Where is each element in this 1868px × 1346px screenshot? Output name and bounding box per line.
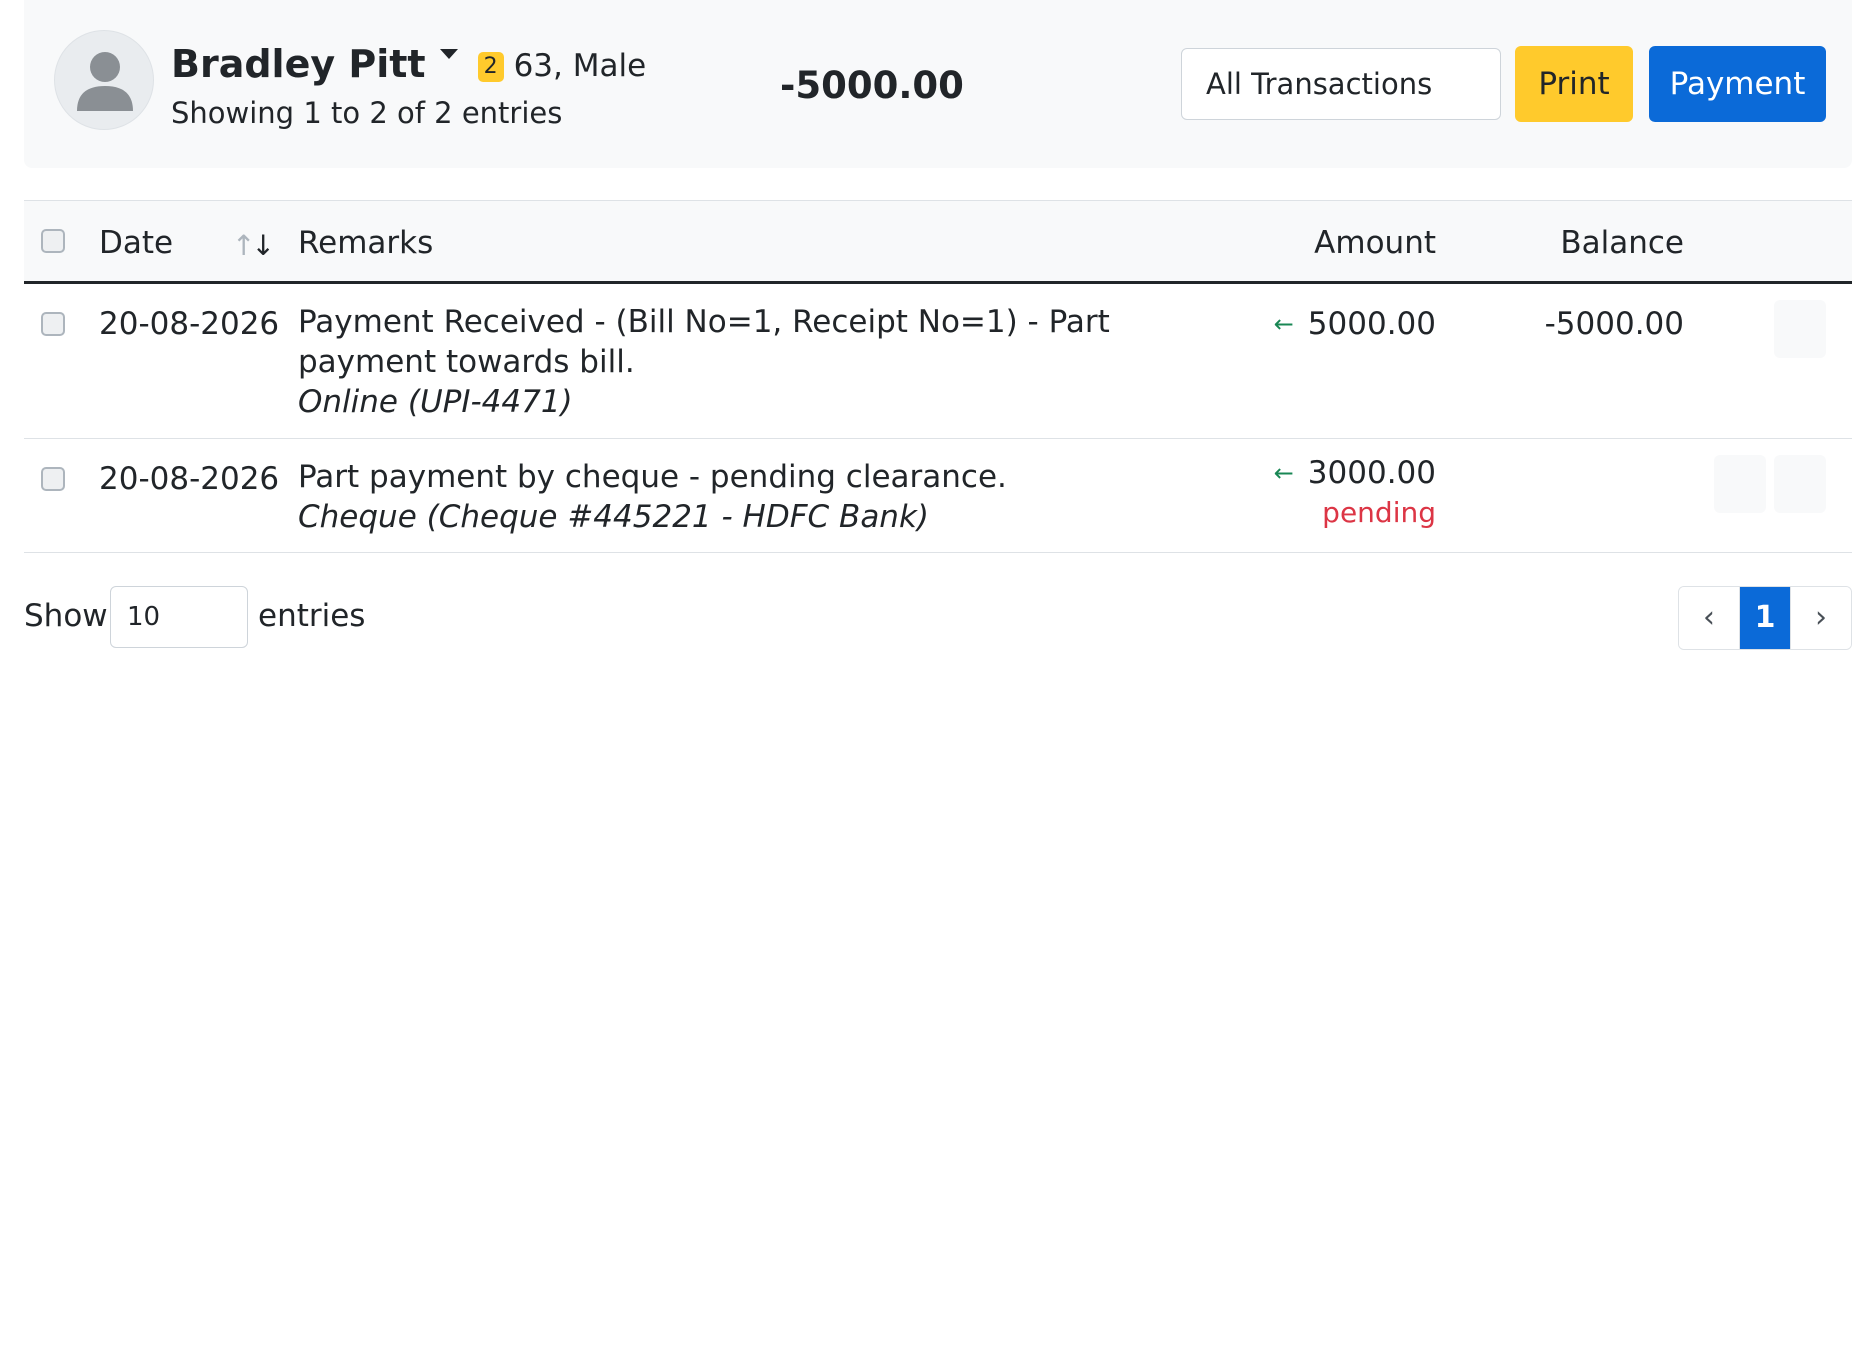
row-payment-mode: Cheque (Cheque #445221 - HDFC Bank) <box>298 499 930 535</box>
arrow-left-icon: ← <box>1273 459 1294 487</box>
column-header-date[interactable]: Date <box>99 225 173 261</box>
user-silhouette-icon <box>77 52 133 111</box>
patient-name-row: Bradley Pitt 2 63, Male <box>171 40 646 88</box>
column-header-remarks: Remarks <box>298 225 434 261</box>
row-action-button[interactable] <box>1774 300 1826 358</box>
select-all-checkbox[interactable] <box>41 229 65 253</box>
page: Bradley Pitt 2 63, Male Showing 1 to 2 o… <box>24 0 1852 650</box>
table-footer: Show 10 entries ‹ 1 › <box>24 584 1852 650</box>
entries-info: Showing 1 to 2 of 2 entries <box>171 96 563 130</box>
row-balance: -5000.00 <box>1544 306 1684 342</box>
avatar <box>54 30 154 130</box>
row-checkbox[interactable] <box>41 467 65 491</box>
sort-arrows-icon[interactable]: ↑↓ <box>232 229 275 262</box>
row-amount-value: 5000.00 <box>1307 306 1436 342</box>
entries-label: entries <box>258 598 366 634</box>
table-row: 20-08-2026 Payment Received - (Bill No=1… <box>24 284 1852 439</box>
caret-down-icon[interactable] <box>439 49 458 59</box>
column-header-balance: Balance <box>1560 225 1684 261</box>
row-amount-value: 3000.00 <box>1307 455 1436 491</box>
transactions-table: Date ↑↓ Remarks Amount Balance 20-08-202… <box>24 200 1852 553</box>
pagination: ‹ 1 › <box>1678 586 1852 650</box>
row-action-button[interactable] <box>1714 455 1766 513</box>
pending-status: pending <box>1322 496 1436 529</box>
patient-name: Bradley Pitt <box>171 42 426 86</box>
show-label: Show <box>24 598 108 634</box>
row-amount: ← 5000.00 <box>1274 304 1436 346</box>
table-header: Date ↑↓ Remarks Amount Balance <box>24 200 1852 284</box>
column-header-amount: Amount <box>1314 225 1436 261</box>
transaction-filter-select[interactable]: All Transactions <box>1181 48 1501 120</box>
row-action-button[interactable] <box>1774 455 1826 513</box>
visit-count-badge: 2 <box>477 52 504 82</box>
row-checkbox[interactable] <box>41 312 65 336</box>
table-row: 20-08-2026 Part payment by cheque - pend… <box>24 439 1852 553</box>
row-remarks: Part payment by cheque - pending clearan… <box>298 457 1238 537</box>
arrow-left-icon: ← <box>1273 310 1294 338</box>
chevron-left-icon[interactable]: ‹ <box>1679 587 1739 649</box>
patient-age-sex: 63, Male <box>513 48 647 84</box>
row-remarks: Payment Received - (Bill No=1, Receipt N… <box>298 302 1238 422</box>
row-date: 20-08-2026 <box>99 306 280 342</box>
page-button-current[interactable]: 1 <box>1739 587 1790 649</box>
row-remarks-text: Part payment by cheque - pending clearan… <box>298 459 1007 495</box>
total-balance: -5000.00 <box>780 64 964 107</box>
row-amount: ← 3000.00 pending <box>1274 453 1436 531</box>
print-button[interactable]: Print <box>1515 46 1633 122</box>
chevron-right-icon[interactable]: › <box>1790 587 1851 649</box>
row-payment-mode: Online (UPI-4471) <box>298 384 573 420</box>
page-size-input[interactable]: 10 <box>110 586 248 648</box>
patient-header: Bradley Pitt 2 63, Male Showing 1 to 2 o… <box>24 0 1852 168</box>
row-date: 20-08-2026 <box>99 461 280 497</box>
payment-button[interactable]: Payment <box>1649 46 1826 122</box>
row-remarks-text: Payment Received - (Bill No=1, Receipt N… <box>298 304 1110 380</box>
